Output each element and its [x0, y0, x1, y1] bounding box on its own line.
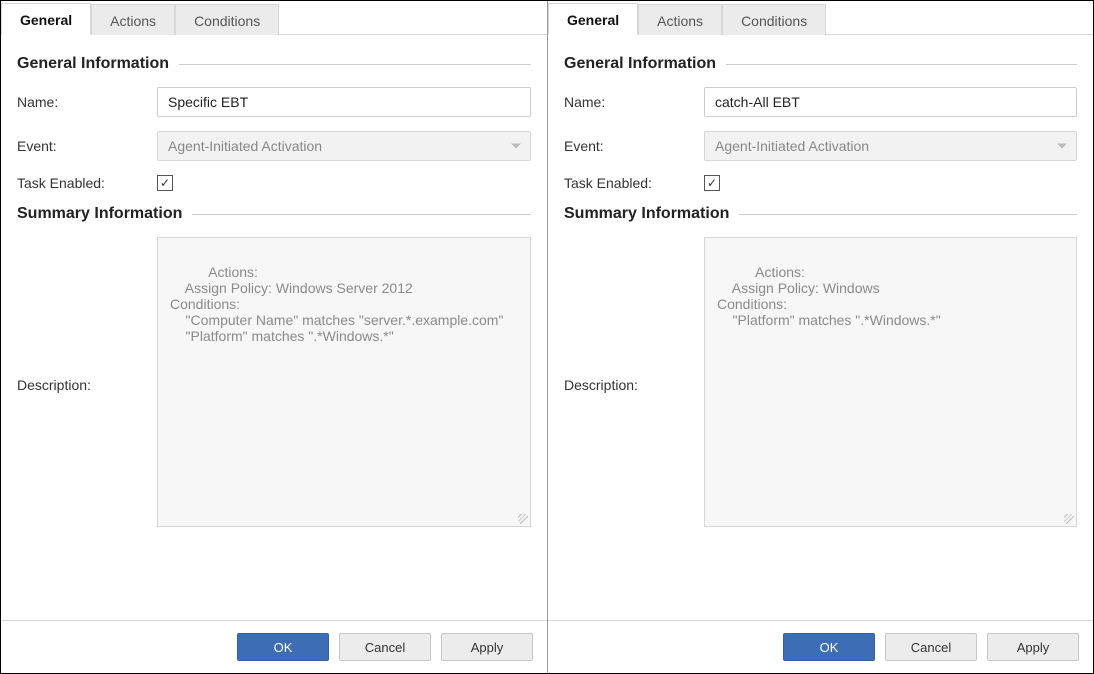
- content-area: General Information Name: Event: Agent-I…: [1, 35, 547, 620]
- chevron-down-icon: [1057, 144, 1067, 149]
- section-general-info: General Information: [564, 55, 1077, 73]
- tab-general[interactable]: General: [548, 3, 638, 35]
- description-textarea[interactable]: Actions: Assign Policy: Windows Server 2…: [157, 237, 531, 527]
- tabs-bar: General Actions Conditions: [1, 1, 547, 35]
- tab-conditions[interactable]: Conditions: [722, 4, 826, 35]
- section-summary-info: Summary Information: [564, 205, 1077, 223]
- tabs-bar: General Actions Conditions: [548, 1, 1093, 35]
- right-pane: General Actions Conditions General Infor…: [547, 1, 1093, 673]
- event-select[interactable]: Agent-Initiated Activation: [704, 131, 1077, 161]
- divider: [179, 64, 531, 65]
- section-summary-info-label: Summary Information: [564, 205, 729, 223]
- cancel-button[interactable]: Cancel: [339, 633, 431, 661]
- footer: OK Cancel Apply: [548, 620, 1093, 673]
- ok-button[interactable]: OK: [237, 633, 329, 661]
- tab-actions[interactable]: Actions: [638, 4, 722, 35]
- divider: [192, 214, 531, 215]
- task-enabled-checkbox[interactable]: ✓: [157, 175, 173, 191]
- row-event: Event: Agent-Initiated Activation: [17, 131, 531, 161]
- divider: [726, 64, 1077, 65]
- divider: [739, 214, 1077, 215]
- label-task-enabled: Task Enabled:: [564, 175, 704, 191]
- checkmark-icon: ✓: [160, 177, 170, 189]
- event-select[interactable]: Agent-Initiated Activation: [157, 131, 531, 161]
- apply-button[interactable]: Apply: [441, 633, 533, 661]
- row-task-enabled: Task Enabled: ✓: [564, 175, 1077, 191]
- row-event: Event: Agent-Initiated Activation: [564, 131, 1077, 161]
- resize-grip-icon[interactable]: [1064, 514, 1074, 524]
- task-enabled-checkbox[interactable]: ✓: [704, 175, 720, 191]
- description-textarea[interactable]: Actions: Assign Policy: Windows Conditio…: [704, 237, 1077, 527]
- checkmark-icon: ✓: [707, 177, 717, 189]
- name-input[interactable]: [704, 87, 1077, 117]
- row-name: Name:: [564, 87, 1077, 117]
- row-name: Name:: [17, 87, 531, 117]
- tab-conditions[interactable]: Conditions: [175, 4, 279, 35]
- tab-actions[interactable]: Actions: [91, 4, 175, 35]
- event-select-value: Agent-Initiated Activation: [715, 138, 869, 154]
- apply-button[interactable]: Apply: [987, 633, 1079, 661]
- footer: OK Cancel Apply: [1, 620, 547, 673]
- row-description: Description: Actions: Assign Policy: Win…: [17, 237, 531, 527]
- label-event: Event:: [17, 138, 157, 154]
- chevron-down-icon: [511, 144, 521, 149]
- section-general-info-label: General Information: [17, 55, 169, 73]
- name-input[interactable]: [157, 87, 531, 117]
- section-summary-info: Summary Information: [17, 205, 531, 223]
- resize-grip-icon[interactable]: [518, 514, 528, 524]
- left-pane: General Actions Conditions General Infor…: [1, 1, 547, 673]
- description-text: Actions: Assign Policy: Windows Server 2…: [170, 264, 503, 344]
- content-area: General Information Name: Event: Agent-I…: [548, 35, 1093, 620]
- label-event: Event:: [564, 138, 704, 154]
- label-name: Name:: [564, 94, 704, 110]
- section-general-info: General Information: [17, 55, 531, 73]
- description-text: Actions: Assign Policy: Windows Conditio…: [717, 264, 941, 328]
- ok-button[interactable]: OK: [783, 633, 875, 661]
- tab-general[interactable]: General: [1, 3, 91, 35]
- label-name: Name:: [17, 94, 157, 110]
- row-description: Description: Actions: Assign Policy: Win…: [564, 237, 1077, 527]
- cancel-button[interactable]: Cancel: [885, 633, 977, 661]
- section-general-info-label: General Information: [564, 55, 716, 73]
- label-description: Description:: [17, 237, 157, 393]
- event-select-value: Agent-Initiated Activation: [168, 138, 322, 154]
- label-task-enabled: Task Enabled:: [17, 175, 157, 191]
- label-description: Description:: [564, 237, 704, 393]
- row-task-enabled: Task Enabled: ✓: [17, 175, 531, 191]
- section-summary-info-label: Summary Information: [17, 205, 182, 223]
